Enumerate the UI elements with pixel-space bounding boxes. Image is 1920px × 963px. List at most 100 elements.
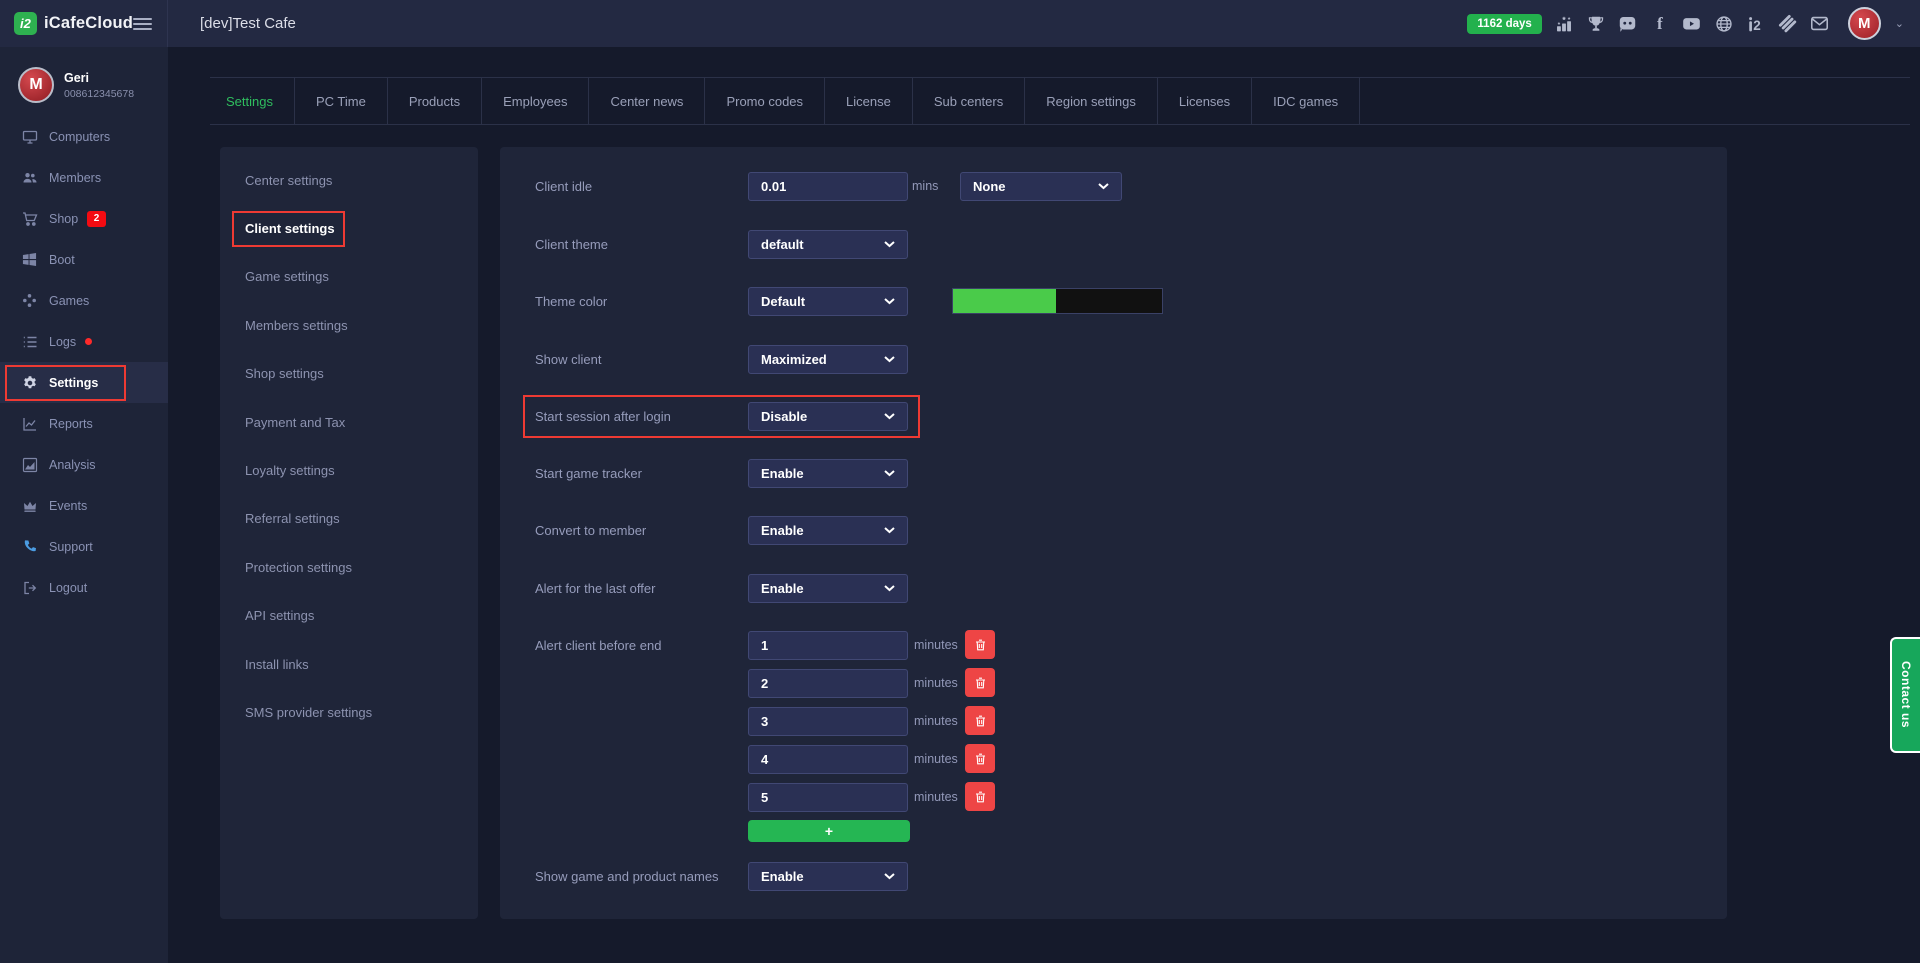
list-icon [21,333,38,350]
delete-alert-button-2[interactable] [965,668,995,697]
sidebar-item-reports[interactable]: Reports [0,403,168,444]
tab-products[interactable]: Products [388,78,482,124]
tab-idc-games[interactable]: IDC games [1252,78,1360,124]
sidebar-item-members[interactable]: Members [0,157,168,198]
tab-license[interactable]: License [825,78,913,124]
alert-minutes-input-5[interactable] [748,783,908,812]
client-idle-input[interactable] [748,172,908,201]
add-alert-button[interactable]: + [748,820,910,842]
alert-minutes-unit: minutes [914,638,958,652]
days-remaining-badge[interactable]: 1162 days [1467,14,1541,34]
theme-color-select[interactable]: Default [748,287,908,316]
delete-alert-button-5[interactable] [965,782,995,811]
youtube-icon[interactable] [1682,14,1702,34]
client-idle-label: Client idle [535,179,592,194]
show-game-product-names-select[interactable]: Enable [748,862,908,891]
sidebar-item-shop[interactable]: Shop 2 [0,198,168,239]
menu-item-shop-settings[interactable]: Shop settings [220,350,478,398]
show-client-select[interactable]: Maximized [748,345,908,374]
theme-color-label: Theme color [535,294,607,309]
user-avatar[interactable]: M [1848,7,1881,40]
tab-settings[interactable]: Settings [210,78,295,124]
chevron-down-icon [884,527,895,534]
alert-last-offer-select[interactable]: Enable [748,574,908,603]
tab-pc-time[interactable]: PC Time [295,78,388,124]
menu-item-members-settings[interactable]: Members settings [220,301,478,349]
start-game-tracker-label: Start game tracker [535,466,642,481]
chevron-down-icon [884,585,895,592]
menu-item-api-settings[interactable]: API settings [220,592,478,640]
tab-sub-centers[interactable]: Sub centers [913,78,1025,124]
delete-alert-button-4[interactable] [965,744,995,773]
delete-alert-button-1[interactable] [965,630,995,659]
convert-to-member-select[interactable]: Enable [748,516,908,545]
tab-licenses[interactable]: Licenses [1158,78,1252,124]
alert-minutes-unit: minutes [914,676,958,690]
chevron-down-icon [884,413,895,420]
games-icon [21,292,38,309]
users-icon [21,169,38,186]
menu-item-payment-and-tax[interactable]: Payment and Tax [220,398,478,446]
start-session-after-login-label: Start session after login [535,409,671,424]
client-idle-mode-select[interactable]: None [960,172,1122,201]
logo-area: i2 iCafeCloud [0,0,168,47]
mail-icon[interactable] [1810,14,1830,34]
start-session-after-login-select[interactable]: Disable [748,402,908,431]
area-chart-icon [21,456,38,473]
ranking-icon[interactable] [1554,14,1574,34]
convert-to-member-label: Convert to member [535,523,646,538]
sidebar-item-logs[interactable]: Logs [0,321,168,362]
windows-icon [21,251,38,268]
sidebar: M Geri 008612345678 Computers Members Sh… [0,47,168,963]
tab-employees[interactable]: Employees [482,78,589,124]
menu-item-referral-settings[interactable]: Referral settings [220,495,478,543]
sidebar-item-analysis[interactable]: Analysis [0,444,168,485]
sidebar-item-logout[interactable]: Logout [0,567,168,608]
swatch-black-segment [1056,289,1162,313]
hamburger-menu-icon[interactable] [133,15,152,33]
start-game-tracker-select[interactable]: Enable [748,459,908,488]
cafe-name-title: [dev]Test Cafe [200,15,296,32]
menu-item-install-links[interactable]: Install links [220,640,478,688]
client-theme-select[interactable]: default [748,230,908,259]
tab-center-news[interactable]: Center news [589,78,705,124]
sidebar-item-computers[interactable]: Computers [0,116,168,157]
tab-region-settings[interactable]: Region settings [1025,78,1158,124]
sidebar-user-block: M Geri 008612345678 [0,47,168,103]
sidebar-nav: Computers Members Shop 2 Boot Games [0,116,168,608]
sidebar-item-boot[interactable]: Boot [0,239,168,280]
alert-minutes-input-4[interactable] [748,745,908,774]
svg-text:2: 2 [1753,18,1761,33]
shop-count-badge: 2 [87,211,106,227]
sidebar-item-games[interactable]: Games [0,280,168,321]
menu-item-center-settings[interactable]: Center settings [220,156,478,204]
discord-icon[interactable] [1618,14,1638,34]
alert-minutes-input-3[interactable] [748,707,908,736]
menu-item-sms-provider-settings[interactable]: SMS provider settings [220,688,478,736]
sidebar-item-settings[interactable]: Settings [0,362,168,403]
menu-item-client-settings[interactable]: Client settings [220,204,478,252]
sidebar-item-events[interactable]: Events [0,485,168,526]
trophy-icon[interactable] [1586,14,1606,34]
chevron-down-icon [884,356,895,363]
tab-promo-codes[interactable]: Promo codes [705,78,825,124]
client-theme-label: Client theme [535,237,608,252]
facebook-icon[interactable]: f [1650,14,1670,34]
swatch-green-segment [953,289,1056,313]
show-game-product-names-label: Show game and product names [535,869,719,884]
theme-color-swatch[interactable] [952,288,1163,314]
menu-item-game-settings[interactable]: Game settings [220,253,478,301]
delete-alert-button-3[interactable] [965,706,995,735]
layers-icon[interactable] [1778,14,1798,34]
menu-item-protection-settings[interactable]: Protection settings [220,543,478,591]
icafecloud-icon[interactable]: 2 [1746,14,1766,34]
globe-icon[interactable] [1714,14,1734,34]
contact-us-tab[interactable]: Contact us [1890,637,1920,753]
sidebar-item-support[interactable]: Support [0,526,168,567]
alert-minutes-input-1[interactable] [748,631,908,660]
menu-item-loyalty-settings[interactable]: Loyalty settings [220,446,478,494]
alert-minutes-input-2[interactable] [748,669,908,698]
chevron-down-icon[interactable]: ⌄ [1895,17,1904,30]
chevron-down-icon [884,298,895,305]
alert-before-end-label: Alert client before end [535,638,661,653]
